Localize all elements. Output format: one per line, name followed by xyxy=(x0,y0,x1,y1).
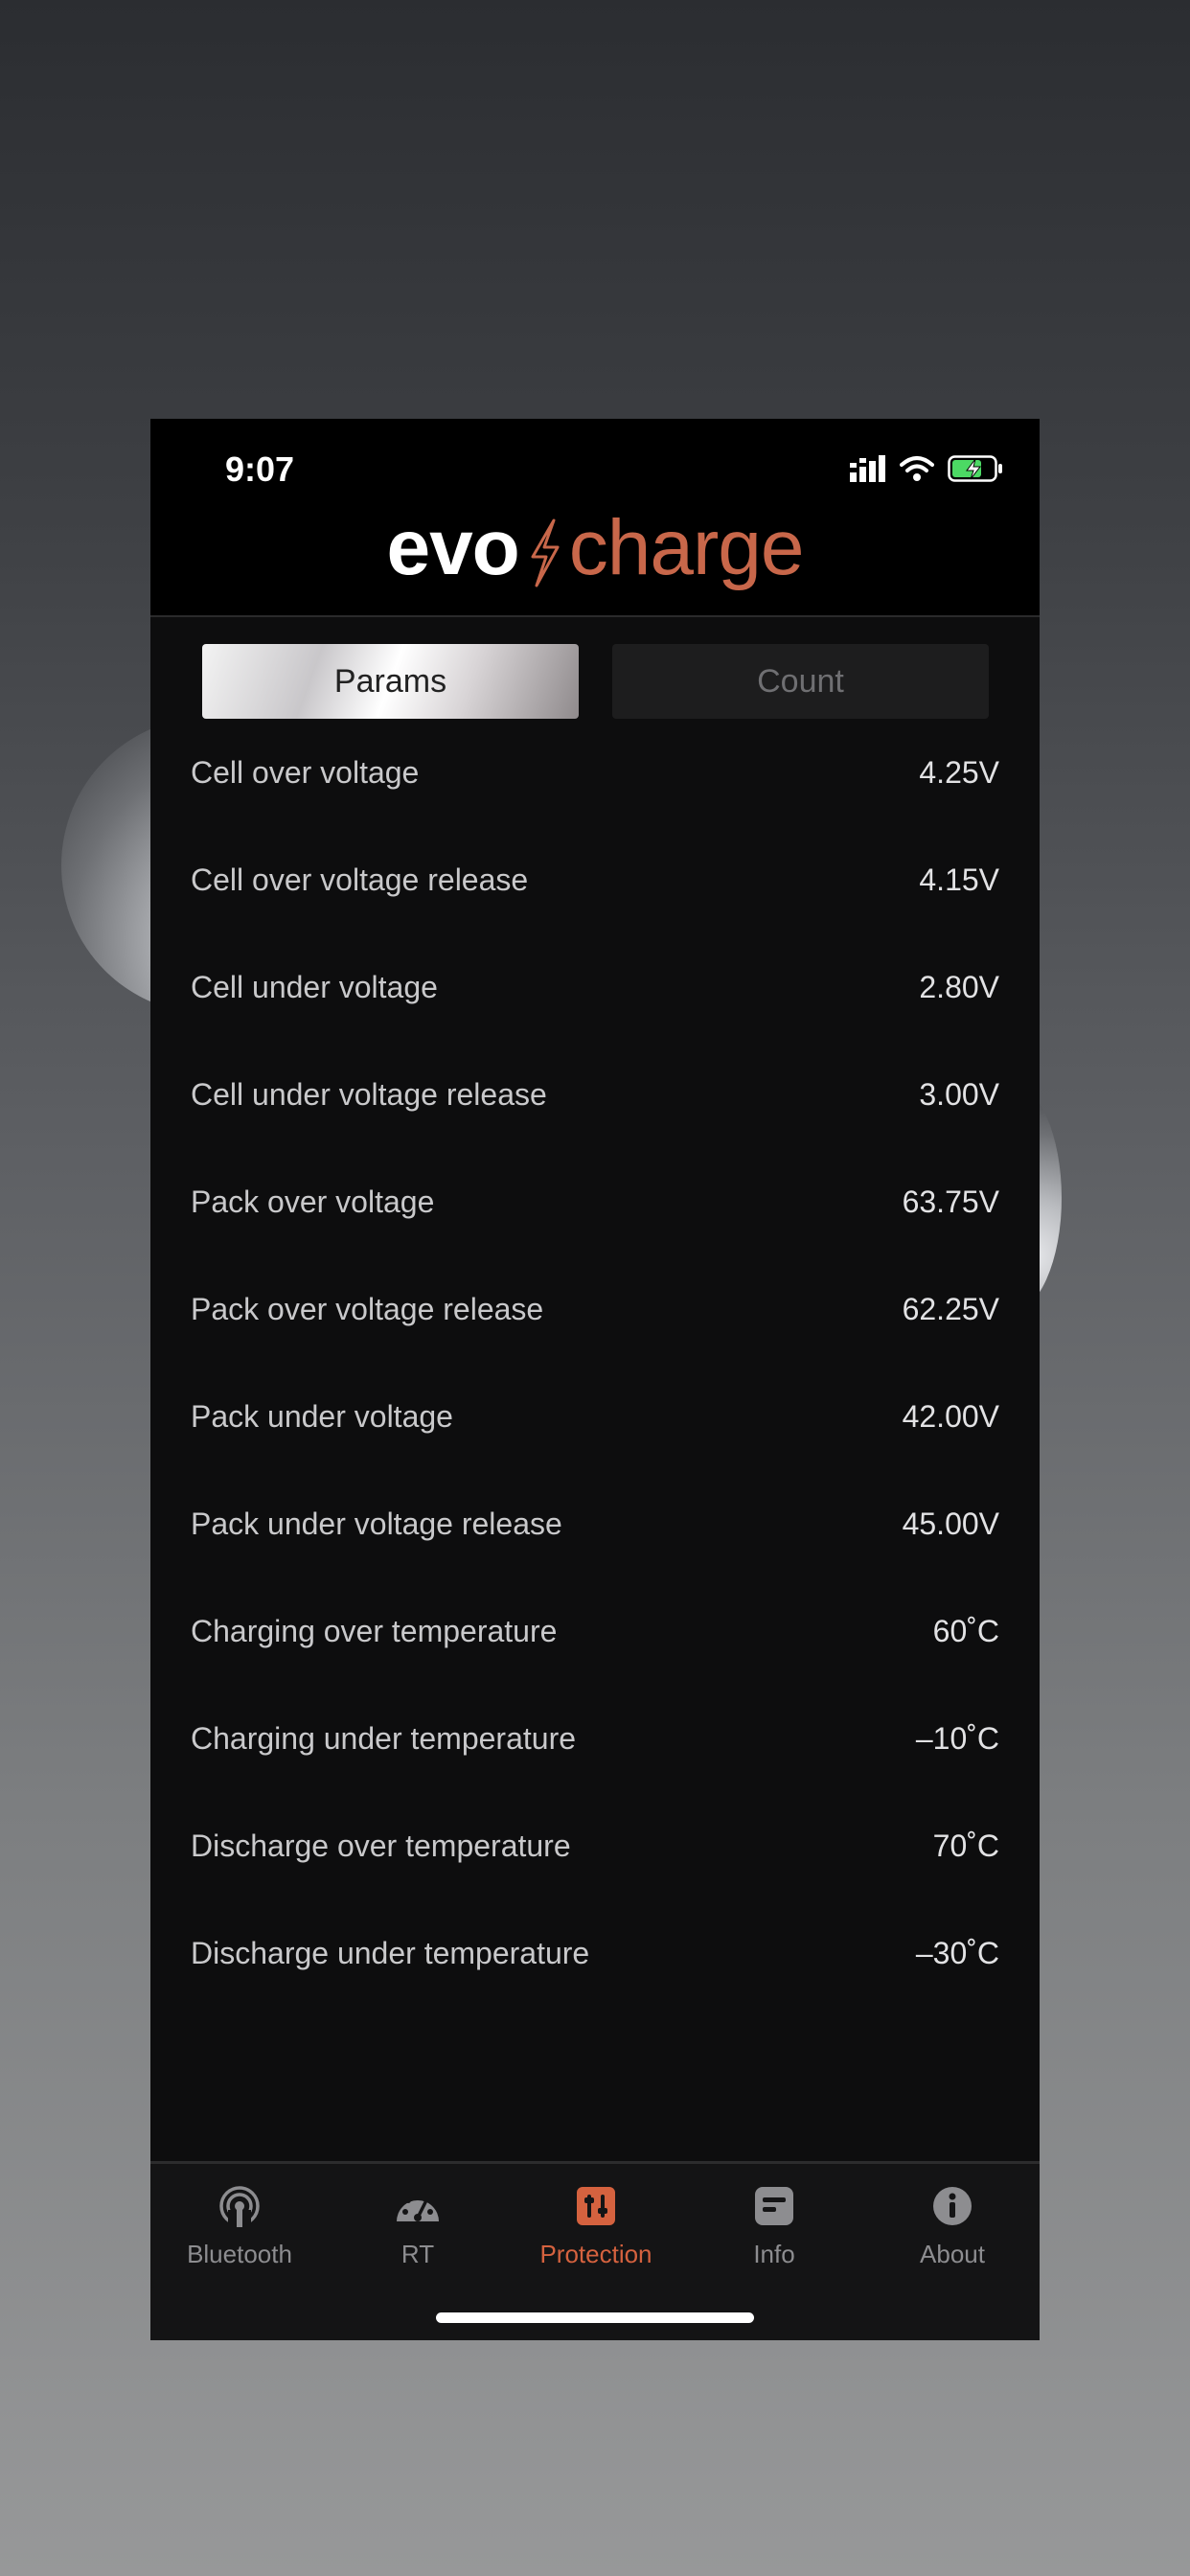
protection-params-list: Cell over voltage 4.25V Cell over voltage… xyxy=(150,719,1040,2007)
segment-params-label: Params xyxy=(333,662,447,700)
segment-count-label: Count xyxy=(757,662,844,700)
tab-label: RT xyxy=(400,2240,435,2268)
param-value: 45.00V xyxy=(902,1506,999,1541)
cellular-signal-icon xyxy=(850,455,885,482)
param-label: Pack over voltage xyxy=(191,1184,435,1219)
param-value: –10˚C xyxy=(915,1720,999,1756)
param-label: Discharge over temperature xyxy=(191,1828,571,1863)
status-time: 9:07 xyxy=(225,449,295,489)
param-value: 63.75V xyxy=(902,1184,999,1219)
param-label: Cell under voltage release xyxy=(191,1076,547,1112)
param-value: 42.00V xyxy=(902,1398,999,1434)
param-row-cell-under-voltage-release: Cell under voltage release 3.00V xyxy=(150,1041,1040,1148)
param-row-cell-over-voltage: Cell over voltage 4.25V xyxy=(150,719,1040,826)
param-row-charging-under-temperature: Charging under temperature –10˚C xyxy=(150,1685,1040,1792)
param-row-cell-over-voltage-release: Cell over voltage release 4.15V xyxy=(150,826,1040,933)
wifi-icon xyxy=(900,456,934,481)
tab-rt[interactable]: RT xyxy=(329,2185,507,2269)
bluetooth-signal-icon xyxy=(219,2186,260,2229)
param-label: Pack under voltage xyxy=(191,1398,453,1434)
param-row-cell-under-voltage: Cell under voltage 2.80V xyxy=(150,933,1040,1041)
param-row-pack-under-voltage: Pack under voltage 42.00V xyxy=(150,1363,1040,1470)
lightning-bolt-icon xyxy=(531,518,560,587)
param-row-pack-under-voltage-release: Pack under voltage release 45.00V xyxy=(150,1470,1040,1577)
tab-label: Info xyxy=(753,2240,795,2268)
param-label: Cell over voltage release xyxy=(191,862,529,897)
param-value: 2.80V xyxy=(919,969,999,1004)
brand-logo-charge: charge xyxy=(568,504,805,591)
tab-about[interactable]: About xyxy=(863,2185,1040,2269)
gauge-icon xyxy=(397,2193,439,2221)
param-value: 4.25V xyxy=(919,754,999,790)
param-row-discharge-over-temperature: Discharge over temperature 70˚C xyxy=(150,1792,1040,1899)
param-label: Cell under voltage xyxy=(191,969,438,1004)
param-row-pack-over-voltage: Pack over voltage 63.75V xyxy=(150,1148,1040,1255)
param-value: 60˚C xyxy=(932,1613,999,1648)
param-value: 4.15V xyxy=(919,862,999,897)
app-header: 9:07 evo charge xyxy=(150,419,1040,617)
param-value: 62.25V xyxy=(902,1291,999,1326)
param-label: Charging under temperature xyxy=(191,1720,577,1756)
protection-sliders-icon xyxy=(577,2187,615,2225)
param-label: Pack over voltage release xyxy=(191,1291,544,1326)
tab-label: Protection xyxy=(539,2240,652,2268)
home-indicator xyxy=(436,2312,754,2323)
status-icons xyxy=(850,455,1003,482)
segment-count[interactable]: Count xyxy=(612,644,989,719)
segment-params[interactable]: Params xyxy=(202,644,579,719)
brand-logo: evo charge xyxy=(150,503,1040,593)
param-label: Discharge under temperature xyxy=(191,1935,590,1970)
app-screen: 9:07 evo charge Params Count Cell over v… xyxy=(150,419,1040,2340)
about-info-icon xyxy=(933,2187,972,2225)
tab-label: Bluetooth xyxy=(187,2240,292,2268)
tab-protection[interactable]: Protection xyxy=(507,2185,685,2269)
tab-label: About xyxy=(920,2240,985,2268)
battery-charging-icon xyxy=(948,455,1002,482)
param-row-charging-over-temperature: Charging over temperature 60˚C xyxy=(150,1577,1040,1685)
param-value: –30˚C xyxy=(915,1935,999,1970)
tab-info[interactable]: Info xyxy=(685,2185,863,2269)
brand-logo-evo: evo xyxy=(386,504,519,591)
info-card-icon xyxy=(755,2187,793,2225)
param-value: 70˚C xyxy=(932,1828,999,1863)
tab-bluetooth[interactable]: Bluetooth xyxy=(150,2185,329,2269)
param-label: Pack under voltage release xyxy=(191,1506,562,1541)
param-row-discharge-under-temperature: Discharge under temperature –30˚C xyxy=(150,1899,1040,2007)
param-value: 3.00V xyxy=(919,1076,999,1112)
param-label: Cell over voltage xyxy=(191,754,420,790)
param-label: Charging over temperature xyxy=(191,1613,558,1648)
param-row-pack-over-voltage-release: Pack over voltage release 62.25V xyxy=(150,1255,1040,1363)
